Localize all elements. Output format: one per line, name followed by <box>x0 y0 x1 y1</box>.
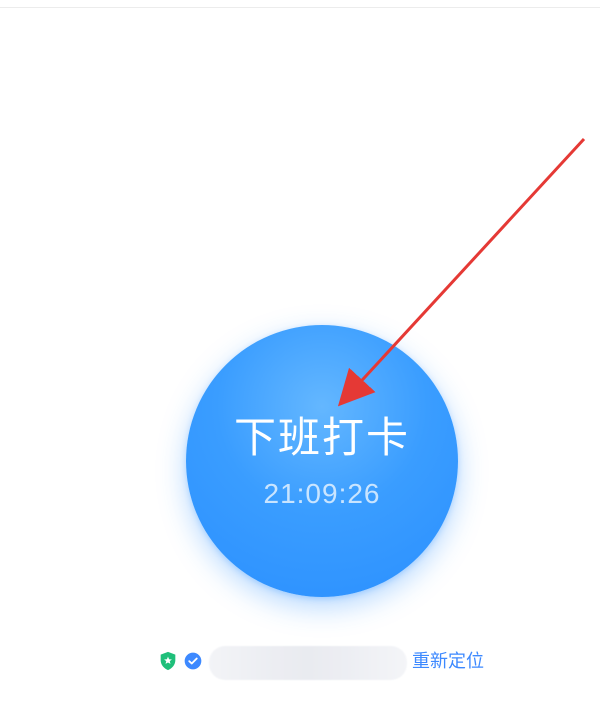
punch-out-area: 下班打卡 21:09:26 <box>186 325 458 597</box>
current-time: 21:09:26 <box>263 478 381 509</box>
punch-out-label: 下班打卡 <box>233 413 410 462</box>
location-row: 重新定位 <box>157 640 497 686</box>
punch-out-button[interactable]: 下班打卡 21:09:26 <box>186 325 458 597</box>
shield-icon <box>160 651 176 671</box>
top-divider <box>0 7 600 8</box>
relocate-button[interactable]: 重新定位 <box>412 651 484 673</box>
check-circle-icon <box>184 652 202 670</box>
location-address-blurred <box>209 646 407 680</box>
